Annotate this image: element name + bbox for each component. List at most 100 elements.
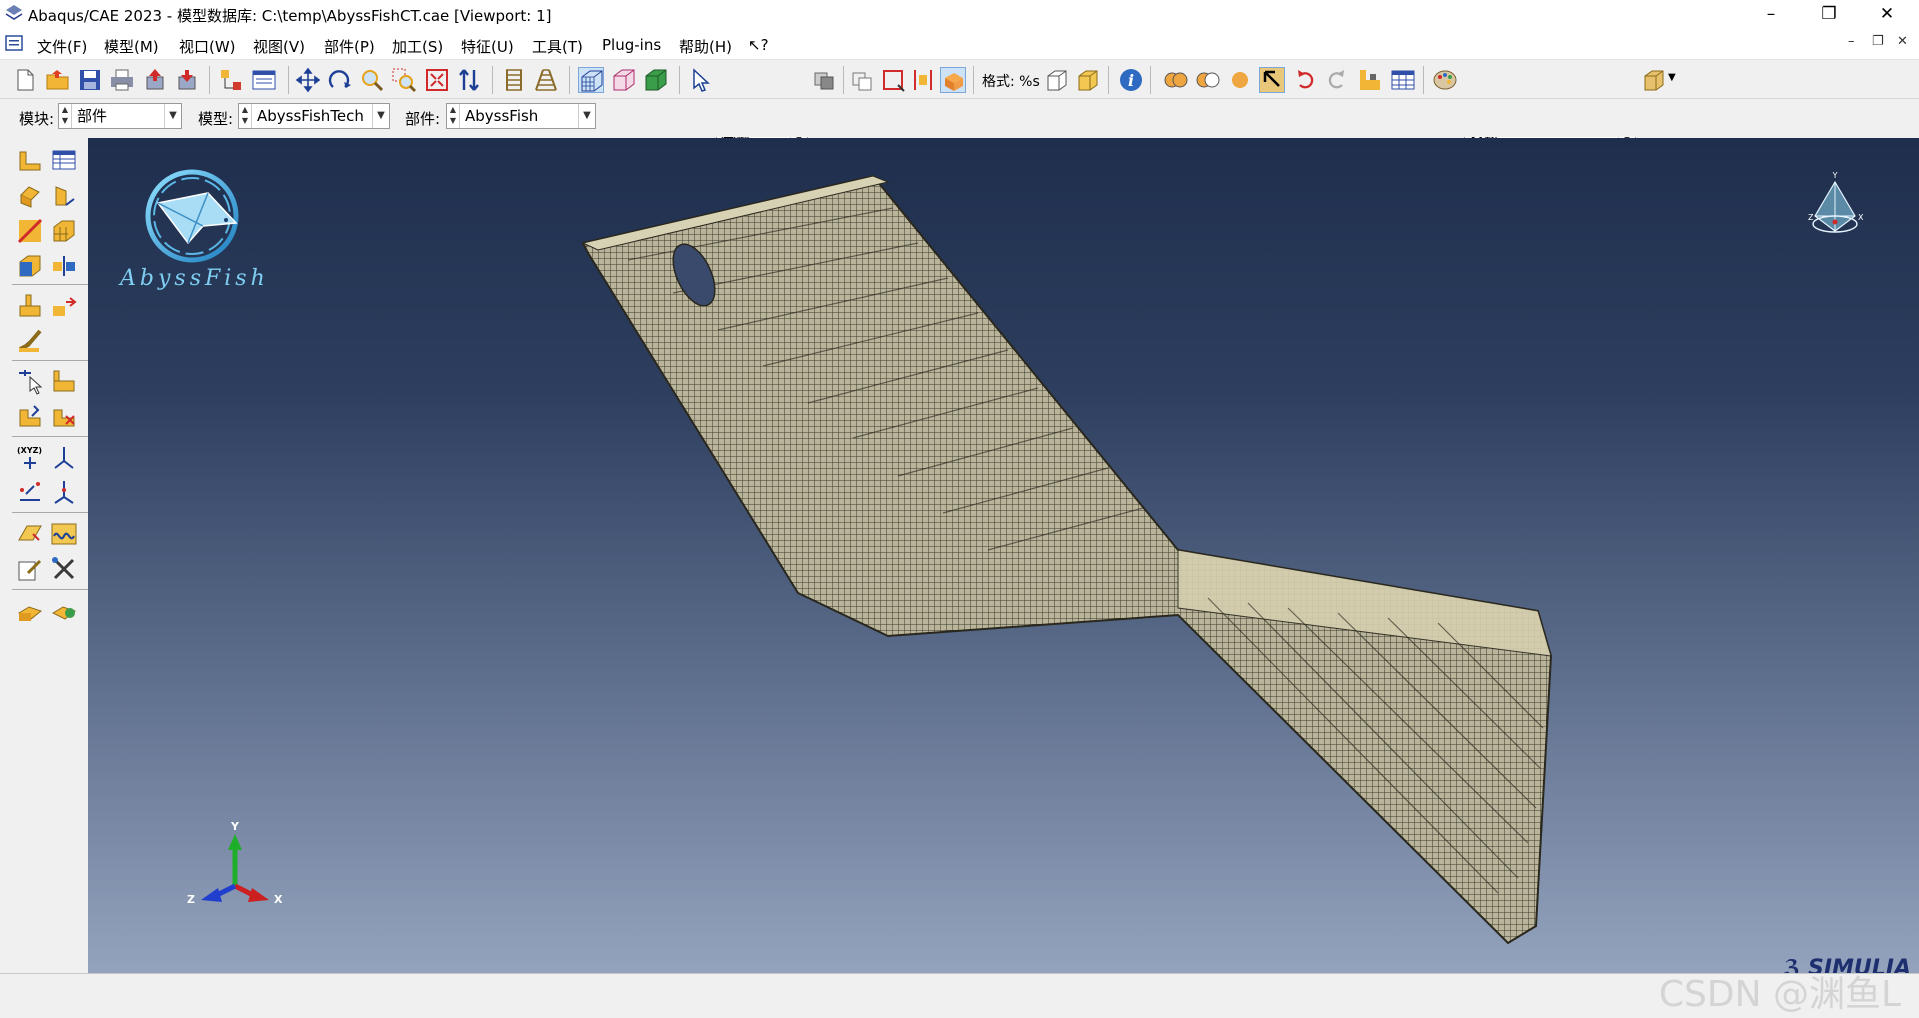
box-outline-icon[interactable] — [1044, 67, 1070, 93]
create-part-icon[interactable] — [16, 146, 44, 174]
selection-options-icon[interactable] — [811, 67, 837, 93]
context-help-button[interactable]: ↖? — [748, 36, 769, 54]
sketch-icon[interactable] — [16, 520, 44, 548]
restore-button[interactable]: ❐ — [1800, 0, 1858, 29]
redo-icon[interactable] — [1324, 67, 1350, 93]
select-entities-icon[interactable] — [850, 67, 876, 93]
minimize-button[interactable]: – — [1742, 0, 1800, 29]
coordinate-system-icon[interactable]: (XYZ) — [16, 443, 44, 471]
menu-part[interactable]: 部件(P) — [324, 36, 375, 57]
box-zoom-icon[interactable] — [391, 67, 417, 93]
parallel-view-icon[interactable] — [501, 67, 527, 93]
mdi-close-button[interactable]: ✕ — [1897, 34, 1908, 49]
mesh-part-icon[interactable] — [50, 367, 78, 395]
menu-plugins[interactable]: Plug-ins — [602, 36, 661, 54]
edit-feature-icon[interactable] — [16, 402, 44, 430]
part-label: 部件: — [405, 110, 441, 128]
toolbar-separator — [973, 66, 974, 94]
menu-model[interactable]: 模型(M) — [104, 36, 159, 57]
menu-shape[interactable]: 加工(S) — [392, 36, 443, 57]
point-offset-icon[interactable] — [50, 478, 78, 506]
color-palette-icon[interactable] — [1432, 67, 1458, 93]
select-pointer-icon[interactable] — [688, 67, 714, 93]
manager-icon[interactable] — [251, 67, 277, 93]
delete-feature-icon[interactable] — [50, 402, 78, 430]
datum-icon[interactable] — [1357, 67, 1383, 93]
mdi-restore-button[interactable]: ❐ — [1872, 34, 1884, 49]
new-file-icon[interactable] — [12, 67, 38, 93]
cycle-views-icon[interactable] — [456, 67, 482, 93]
undo-icon[interactable] — [1292, 67, 1318, 93]
sphere-icon[interactable] — [1227, 67, 1253, 93]
pan-icon[interactable] — [295, 67, 321, 93]
graphics-viewport[interactable]: Y Z X Y X Z AbyssFish ℨ SIMULIA — [88, 138, 1919, 973]
mdi-minimize-button[interactable]: – — [1848, 34, 1855, 49]
part-select[interactable]: ▲ ▼ AbyssFish ▼ — [446, 103, 596, 129]
query-select-icon[interactable] — [16, 367, 44, 395]
zoom-icon[interactable] — [359, 67, 385, 93]
axis-y-label: Y — [230, 820, 240, 833]
shaded-icon[interactable] — [643, 67, 669, 93]
toolbox-separator — [12, 436, 90, 437]
display-group-dropdown[interactable]: ▼ — [1668, 67, 1682, 93]
boolean-cut-icon[interactable] — [1195, 67, 1221, 93]
menu-help[interactable]: 帮助(H) — [679, 36, 732, 57]
create-round-icon[interactable] — [16, 252, 44, 280]
menu-viewport[interactable]: 视口(W) — [179, 36, 236, 57]
query-info-icon[interactable]: i — [1118, 67, 1144, 93]
datum-axis-icon[interactable] — [50, 292, 78, 320]
axis-triad-icon[interactable] — [50, 443, 78, 471]
export-icon[interactable] — [142, 67, 168, 93]
box-solid-icon[interactable] — [1075, 67, 1101, 93]
part-manager-icon[interactable] — [50, 146, 78, 174]
create-solid-extrude-icon[interactable] — [16, 181, 44, 209]
box-select-icon[interactable] — [880, 67, 906, 93]
open-folder-icon[interactable] — [45, 67, 71, 93]
print-icon[interactable] — [109, 67, 135, 93]
assign-section-icon[interactable] — [16, 597, 44, 625]
close-button[interactable]: ✕ — [1858, 0, 1916, 29]
fit-view-icon[interactable] — [424, 67, 450, 93]
create-cut-icon[interactable] — [16, 217, 44, 245]
view-cube-icon[interactable]: Y Z X — [1808, 171, 1864, 233]
edit-sketch-icon[interactable] — [16, 555, 44, 583]
menu-tools[interactable]: 工具(T) — [532, 36, 583, 57]
boolean-union-icon[interactable] — [1163, 67, 1189, 93]
part-instance-icon[interactable] — [50, 597, 78, 625]
create-shell-icon[interactable] — [50, 181, 78, 209]
model-select[interactable]: ▲ ▼ AbyssFishTech ▼ — [238, 103, 390, 129]
datum-plane-icon[interactable] — [16, 327, 44, 355]
select-inside-icon[interactable] — [910, 67, 936, 93]
tree-toggle-icon[interactable] — [218, 67, 244, 93]
rotate-icon[interactable] — [327, 67, 353, 93]
perspective-view-icon[interactable] — [533, 67, 559, 93]
wireframe-icon[interactable] — [578, 67, 604, 93]
tools-icon[interactable] — [50, 555, 78, 583]
render-model-icon[interactable] — [940, 67, 966, 93]
module-select[interactable]: ▲ ▼ 部件 ▼ — [58, 103, 182, 129]
query-arrow-icon[interactable] — [1259, 67, 1285, 93]
table-view-icon[interactable] — [1390, 67, 1416, 93]
import-icon[interactable] — [174, 67, 200, 93]
view-cube-x-label: X — [1858, 213, 1864, 222]
system-menu-icon[interactable] — [5, 35, 23, 51]
logo-text: AbyssFish — [120, 266, 269, 291]
menu-file[interactable]: 文件(F) — [37, 36, 87, 57]
partition-icon[interactable] — [50, 252, 78, 280]
datum-point-icon[interactable] — [16, 292, 44, 320]
datum-csys-icon[interactable] — [16, 478, 44, 506]
create-wire-icon[interactable] — [50, 217, 78, 245]
display-group-icon[interactable] — [1641, 67, 1667, 93]
menu-view[interactable]: 视图(V) — [253, 36, 305, 57]
save-icon[interactable] — [77, 67, 103, 93]
wave-sketch-icon[interactable] — [50, 520, 78, 548]
meshed-part-model[interactable] — [581, 174, 1553, 945]
view-cube-y-label: Y — [1832, 171, 1838, 180]
hidden-line-icon[interactable] — [611, 67, 637, 93]
toolbox-separator — [12, 512, 90, 513]
model-value: AbyssFishTech — [257, 107, 364, 125]
toolbar-separator — [492, 66, 493, 94]
toolbar-separator — [1108, 66, 1109, 94]
menu-feature[interactable]: 特征(U) — [461, 36, 514, 57]
toolbar-separator — [1423, 66, 1424, 94]
